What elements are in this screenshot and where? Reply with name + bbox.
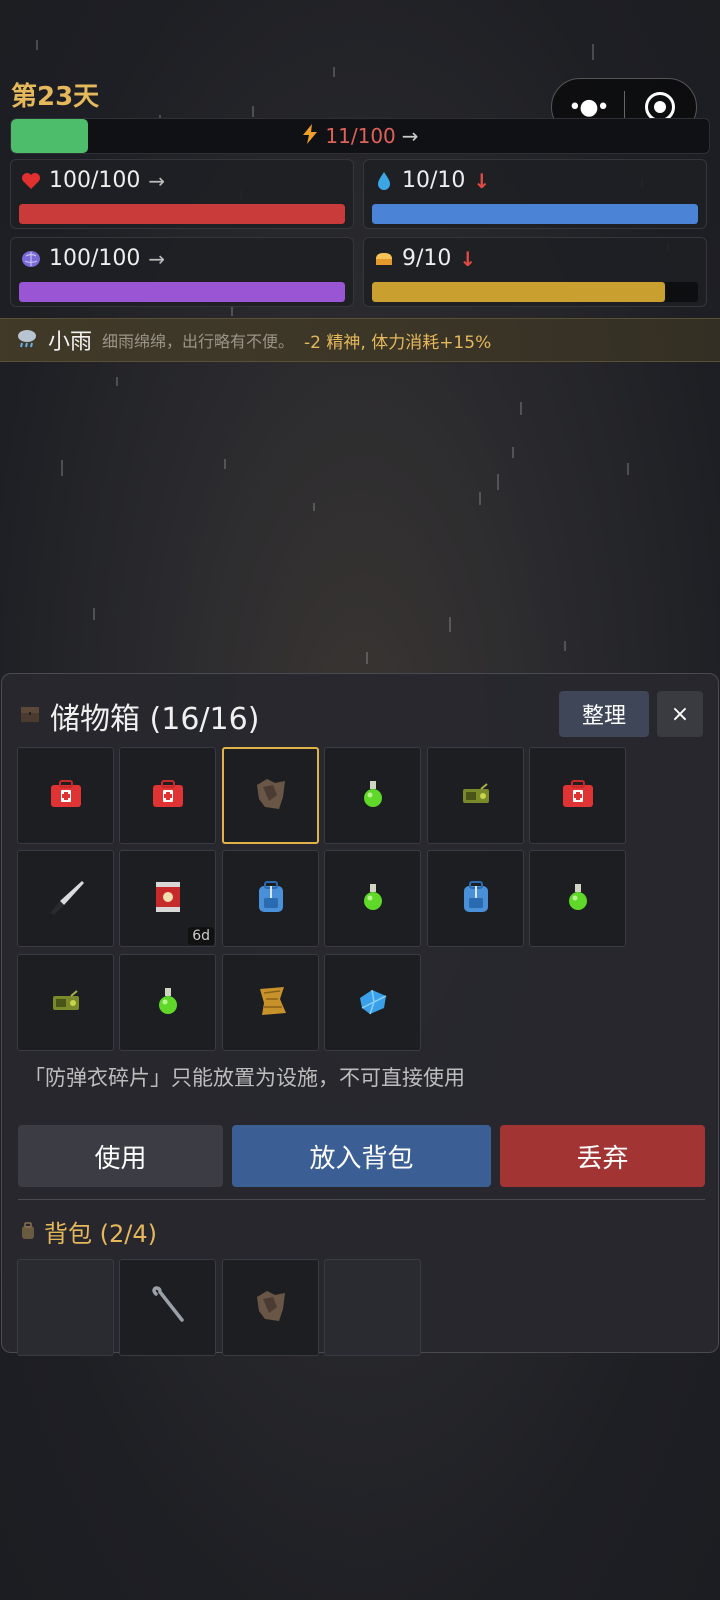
vest-fragment-icon: [253, 777, 289, 815]
backpack-header: 背包 (2/4): [20, 1214, 157, 1249]
close-button[interactable]: ×: [657, 691, 703, 737]
sanity-fill: [19, 282, 345, 302]
water-drop-icon: [374, 171, 394, 191]
backpack-slot[interactable]: [119, 1259, 216, 1356]
thirst-value: 10/10: [402, 168, 466, 193]
hunger-stat: 9/10 ↓: [363, 237, 707, 307]
energy-readout: 11/100 →: [11, 119, 709, 153]
backpack-icon: [461, 880, 491, 918]
storage-slot[interactable]: 6d: [119, 850, 216, 947]
blue-crystal-icon: [356, 986, 390, 1020]
backpack-title: 背包 (2/4): [44, 1220, 157, 1248]
green-potion-icon: [360, 779, 386, 813]
more-options-button[interactable]: •●•: [552, 95, 624, 120]
day-counter: 第23天: [11, 82, 100, 112]
knife-icon: [46, 877, 86, 921]
rain-cloud-icon: [16, 327, 38, 353]
storage-slot[interactable]: [222, 954, 319, 1051]
hunger-value: 9/10: [402, 246, 452, 271]
storage-slot[interactable]: [324, 850, 421, 947]
weather-effect: -2 精神, 体力消耗+15%: [304, 332, 492, 353]
radio-icon: [51, 989, 81, 1016]
chest-icon: [20, 705, 40, 727]
storage-slot[interactable]: [324, 954, 421, 1051]
storage-slot[interactable]: [17, 747, 114, 844]
backpack-slot-empty[interactable]: [324, 1259, 421, 1356]
sort-button[interactable]: 整理: [559, 691, 649, 737]
storage-panel: 储物箱 (16/16) 整理 × 6d 「防弹衣碎片」只能放置为设施，不可直接使…: [1, 673, 719, 1356]
weather-banner: 小雨 细雨绵绵，出行略有不便。 -2 精神, 体力消耗+15%: [0, 318, 720, 362]
hunger-fill: [372, 282, 666, 302]
section-divider: [18, 1199, 705, 1200]
hunger-trend: ↓: [459, 246, 477, 271]
storage-slot-selected[interactable]: [222, 747, 319, 844]
health-fill: [19, 204, 345, 224]
radio-icon: [461, 782, 491, 809]
sanity-trend: →: [148, 246, 166, 271]
backpack-slot-empty[interactable]: [17, 1259, 114, 1356]
storage-slot[interactable]: [324, 747, 421, 844]
expiry-badge: 6d: [188, 927, 214, 945]
medkit-icon: [49, 779, 83, 813]
energy-value: 11/100: [325, 124, 396, 148]
storage-slot[interactable]: [427, 850, 524, 947]
thirst-stat: 10/10 ↓: [363, 159, 707, 229]
crowbar-icon: [148, 1285, 188, 1330]
weather-description: 细雨绵绵，出行略有不便。: [102, 332, 295, 351]
brain-icon: [21, 249, 41, 269]
canned-food-icon: [153, 879, 183, 919]
lightning-icon: [301, 123, 319, 149]
map-scrap-icon: [254, 985, 288, 1021]
bread-icon: [374, 249, 394, 269]
thirst-trend: ↓: [473, 168, 491, 193]
storage-slot[interactable]: [529, 747, 626, 844]
storage-slot[interactable]: [17, 954, 114, 1051]
storage-slot[interactable]: [427, 747, 524, 844]
sanity-value: 100/100: [49, 246, 141, 271]
thirst-fill: [372, 204, 698, 224]
green-potion-icon: [155, 986, 181, 1020]
use-button[interactable]: 使用: [18, 1125, 223, 1187]
health-trend: →: [148, 168, 166, 193]
health-value: 100/100: [49, 168, 141, 193]
backpack-icon: [256, 880, 286, 918]
storage-slot[interactable]: [529, 850, 626, 947]
move-to-backpack-button[interactable]: 放入背包: [232, 1125, 491, 1187]
storage-slot[interactable]: [222, 850, 319, 947]
energy-bar: 11/100 →: [10, 118, 710, 154]
sanity-stat: 100/100 →: [10, 237, 354, 307]
storage-title: 储物箱 (16/16): [50, 702, 260, 737]
backpack-slot[interactable]: [222, 1259, 319, 1356]
vest-fragment-icon: [253, 1289, 289, 1327]
energy-trend: →: [401, 124, 419, 148]
green-potion-icon: [565, 882, 591, 916]
medkit-icon: [561, 779, 595, 813]
green-potion-icon: [360, 882, 386, 916]
backpack-small-icon: [20, 1218, 36, 1246]
storage-header: 储物箱 (16/16): [20, 694, 259, 738]
storage-slot[interactable]: [119, 954, 216, 1051]
storage-slot[interactable]: [17, 850, 114, 947]
heart-icon: [21, 171, 41, 191]
medkit-icon: [151, 779, 185, 813]
discard-button[interactable]: 丢弃: [500, 1125, 705, 1187]
item-hint: 「防弹衣碎片」只能放置为设施，不可直接使用: [24, 1066, 465, 1090]
health-stat: 100/100 →: [10, 159, 354, 229]
storage-slot[interactable]: [119, 747, 216, 844]
weather-name: 小雨: [48, 330, 93, 355]
